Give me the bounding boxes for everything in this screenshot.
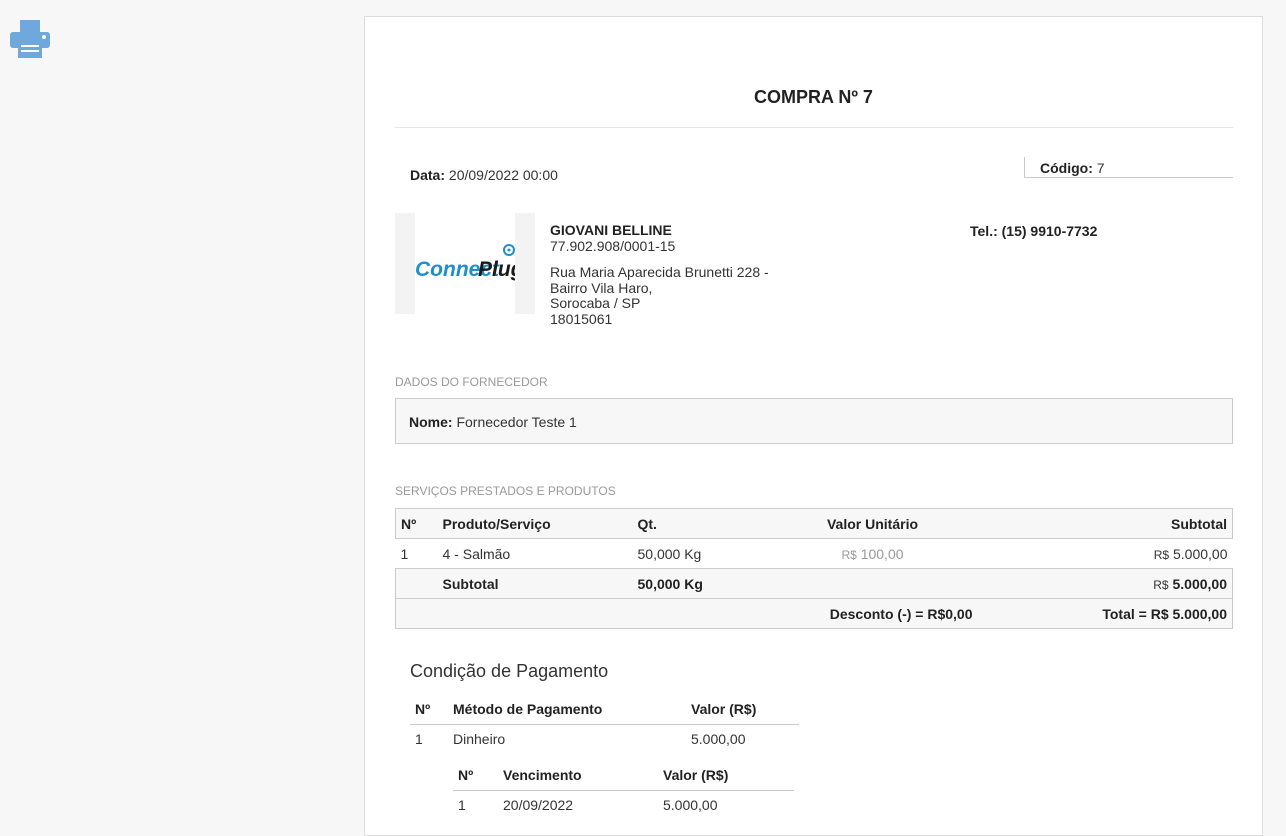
date-value: 20/09/2022 00:00 (448, 167, 558, 183)
document-code: Código: 7 (1040, 160, 1105, 176)
company-phone: Tel.: (15) 9910-7732 (970, 223, 1097, 239)
table-row: 1 20/09/2022 5.000,00 (453, 790, 794, 820)
printer-icon (10, 20, 50, 58)
items-table: Nº Produto/Serviço Qt. Valor Unitário Su… (395, 508, 1233, 629)
company-address-2: Bairro Vila Haro, (550, 279, 653, 296)
item-produto: 4 - Salmão (442, 545, 511, 562)
table-row: 1 4 - Salmão 50,000 Kg R$ 100,00 R$ 5.00… (396, 539, 1233, 569)
title-divider (395, 127, 1233, 128)
inst-col-n: Nº (458, 766, 474, 783)
subtotal-label: Subtotal (442, 575, 499, 592)
item-valor-amount: 100,00 (860, 545, 904, 562)
date-label: Data: (410, 167, 446, 183)
table-row: 1 Dinheiro 5.000,00 (410, 724, 799, 754)
document-date: Data: 20/09/2022 00:00 (410, 167, 558, 183)
pay-col-metodo: Método de Pagamento (453, 700, 603, 717)
item-qt: 50,000 Kg (637, 545, 702, 562)
inst-col-vencimento: Vencimento (503, 766, 582, 783)
supplier-box: Nome: Fornecedor Teste 1 (395, 398, 1233, 444)
items-header-row: Nº Produto/Serviço Qt. Valor Unitário Su… (395, 508, 1233, 539)
document-title: COMPRA Nº 7 (754, 87, 873, 107)
payment-title: Condição de Pagamento (410, 661, 609, 681)
installments-header-row: Nº Vencimento Valor (R$) (453, 760, 794, 790)
item-subtotal-currency: R$ (1153, 547, 1170, 562)
supplier-name: Nome: Fornecedor Teste 1 (409, 414, 577, 430)
item-valor-currency: R$ (841, 547, 857, 562)
col-valor-unitario: Valor Unitário (826, 515, 919, 532)
pay-valor: 5.000,00 (691, 731, 746, 748)
supplier-name-value: Fornecedor Teste 1 (456, 414, 577, 430)
items-section-label: SERVIÇOS PRESTADOS E PRODUTOS (395, 484, 616, 498)
pay-metodo: Dinheiro (453, 731, 506, 748)
purchase-document: COMPRA Nº 7 Data: 20/09/2022 00:00 Códig… (364, 16, 1263, 836)
item-valor-unitario: R$ 100,00 (773, 539, 973, 569)
connectplug-logo: Connect Plug (415, 244, 524, 281)
item-n: 1 (400, 545, 409, 562)
payment-header-row: Nº Método de Pagamento Valor (R$) (410, 694, 799, 724)
grand-total: Total = R$ 5.000,00 (1102, 605, 1227, 622)
subtotal-qt: 50,000 Kg (637, 575, 703, 592)
inst-n: 1 (458, 797, 466, 814)
phone-value: (15) 9910-7732 (1001, 223, 1098, 239)
inst-col-valor: Valor (R$) (663, 766, 729, 783)
col-qt: Qt. (637, 515, 657, 532)
company-cnpj: 77.902.908/0001-15 (550, 237, 676, 254)
print-button[interactable] (9, 18, 51, 60)
company-address-4: 18015061 (550, 310, 613, 327)
supplier-section-label: DADOS DO FORNECEDOR (395, 375, 548, 389)
payment-table: Nº Método de Pagamento Valor (R$) 1 Dinh… (410, 694, 799, 754)
supplier-name-label: Nome: (409, 414, 453, 430)
company-address-3: Sorocaba / SP (550, 295, 641, 311)
pay-col-n: Nº (415, 700, 431, 717)
subtotal-amount: 5.000,00 (1172, 575, 1228, 592)
phone-label: Tel.: (970, 223, 998, 239)
code-label: Código: (1040, 160, 1093, 176)
company-name: GIOVANI BELLINE (550, 222, 672, 238)
company-info: GIOVANI BELLINE 77.902.908/0001-15 Rua M… (550, 222, 769, 327)
discount: Desconto (-) = R$0,00 (829, 605, 973, 622)
inst-vencimento: 20/09/2022 (503, 797, 574, 814)
subtotal-row: Subtotal 50,000 Kg R$ 5.000,00 (395, 568, 1233, 599)
company-logo: Connect Plug (395, 213, 535, 314)
code-value: 7 (1096, 160, 1105, 176)
col-produto: Produto/Serviço (442, 515, 551, 532)
item-subtotal: R$ 5.000,00 (973, 539, 1233, 569)
installments-table: Nº Vencimento Valor (R$) 1 20/09/2022 5.… (453, 760, 794, 820)
company-address-1: Rua Maria Aparecida Brunetti 228 - (550, 264, 769, 280)
subtotal-currency: R$ (1153, 577, 1169, 592)
pay-col-valor: Valor (R$) (691, 700, 757, 717)
subtotal-value: R$ 5.000,00 (973, 569, 1233, 599)
col-subtotal: Subtotal (1171, 515, 1227, 532)
item-subtotal-amount: 5.000,00 (1173, 545, 1228, 562)
pay-n: 1 (415, 731, 423, 748)
col-n: Nº (401, 515, 417, 532)
logo-word-plug: Plug (478, 258, 515, 281)
total-row: Desconto (-) = R$0,00 Total = R$ 5.000,0… (395, 598, 1233, 629)
inst-valor: 5.000,00 (663, 797, 718, 814)
